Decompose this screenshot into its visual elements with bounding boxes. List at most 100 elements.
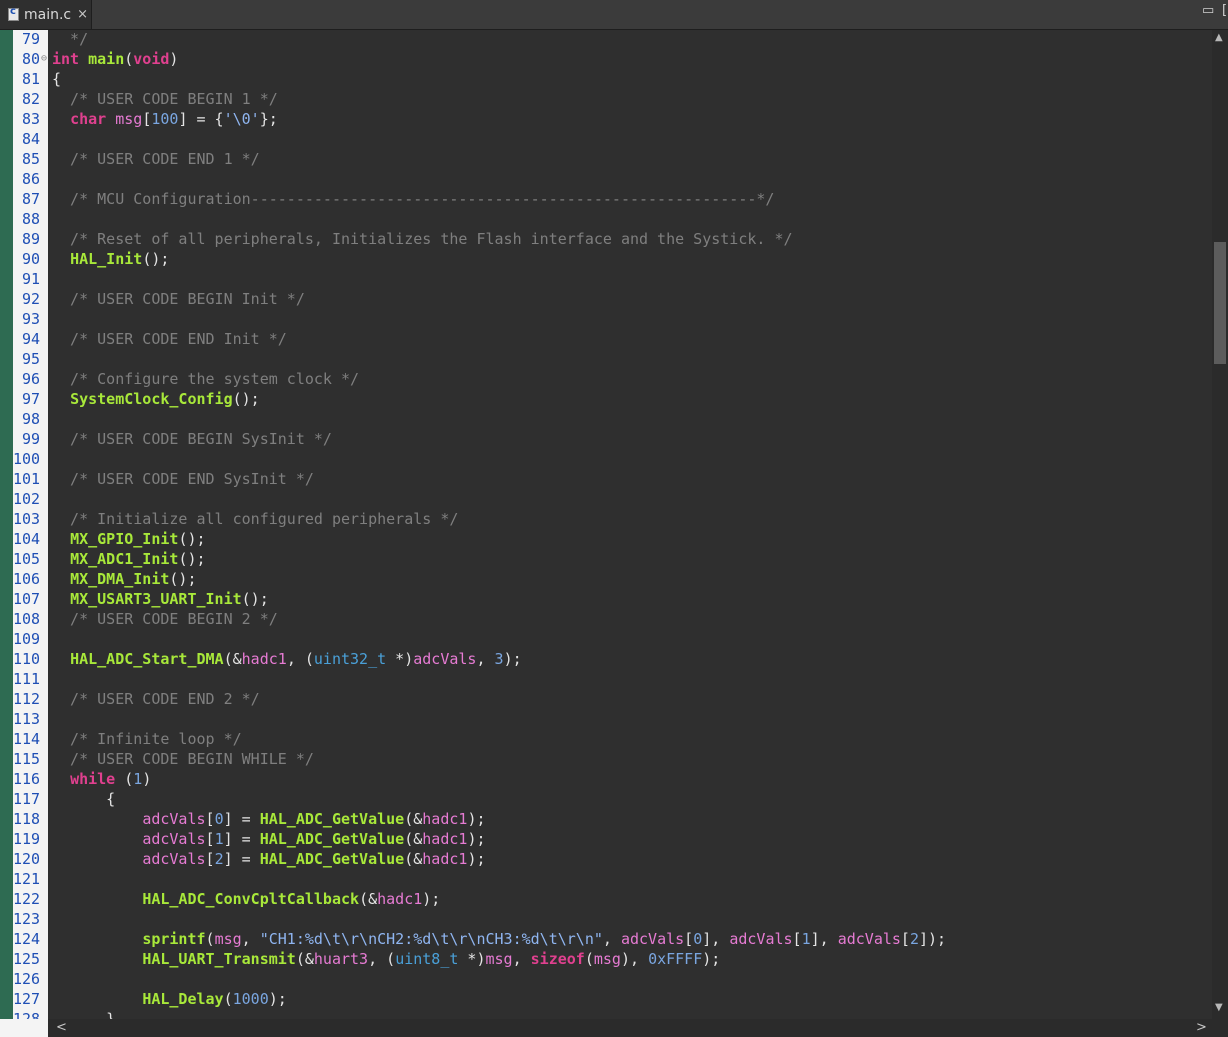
line-number: 127 bbox=[13, 990, 41, 1008]
code-text: ( bbox=[205, 930, 215, 948]
code-text: ); bbox=[467, 810, 486, 828]
code-line[interactable]: char msg[100] = {'\0'}; bbox=[52, 109, 278, 129]
code-line[interactable]: HAL_ADC_ConvCpltCallback(&hadc1); bbox=[52, 889, 440, 909]
code-text: (& bbox=[223, 650, 242, 668]
code-line[interactable]: HAL_UART_Transmit(&huart3, (uint8_t *)ms… bbox=[52, 949, 720, 969]
line-number: 79 bbox=[21, 30, 40, 48]
code-line[interactable]: /* USER CODE END SysInit */ bbox=[52, 469, 314, 489]
close-icon[interactable]: × bbox=[77, 7, 88, 22]
code-text: ) bbox=[142, 770, 152, 788]
code-line[interactable]: adcVals[2] = HAL_ADC_GetValue(&hadc1); bbox=[52, 849, 485, 869]
code-line[interactable]: HAL_Init(); bbox=[52, 249, 169, 269]
code-line[interactable]: MX_GPIO_Init(); bbox=[52, 529, 205, 549]
line-number: 94 bbox=[21, 330, 40, 348]
code-text: [ bbox=[900, 930, 910, 948]
code-line[interactable]: MX_USART3_UART_Init(); bbox=[52, 589, 269, 609]
comment-token: /* USER CODE END 2 */ bbox=[52, 690, 260, 708]
code-line[interactable]: adcVals[0] = HAL_ADC_GetValue(&hadc1); bbox=[52, 809, 486, 829]
code-line[interactable]: /* USER CODE BEGIN SysInit */ bbox=[52, 429, 332, 449]
code-line[interactable]: MX_DMA_Init(); bbox=[52, 569, 196, 589]
code-line[interactable]: */ bbox=[52, 30, 88, 49]
code-line[interactable]: MX_ADC1_Init(); bbox=[52, 549, 205, 569]
scroll-left-icon[interactable]: < bbox=[56, 1019, 67, 1037]
code-line[interactable]: /* USER CODE END 2 */ bbox=[52, 689, 260, 709]
number-token: 0 bbox=[214, 810, 224, 828]
code-line[interactable]: /* Infinite loop */ bbox=[52, 729, 242, 749]
code-line[interactable]: sprintf(msg, "CH1:%d\t\r\nCH2:%d\t\r\nCH… bbox=[52, 929, 946, 949]
code-text: [ bbox=[684, 930, 694, 948]
code-editor[interactable]: */int main(void){ /* USER CODE BEGIN 1 *… bbox=[48, 30, 1212, 1019]
code-line[interactable]: /* USER CODE BEGIN Init */ bbox=[52, 289, 305, 309]
comment-token: /* USER CODE BEGIN 2 */ bbox=[52, 610, 278, 628]
fold-toggle-icon[interactable]: ⊖ bbox=[41, 49, 47, 69]
number-token: 100 bbox=[151, 110, 179, 128]
identifier-token: adcVals bbox=[142, 830, 206, 848]
number-token: 2 bbox=[214, 850, 224, 868]
scroll-down-icon[interactable]: ▼ bbox=[1215, 1002, 1223, 1013]
code-line[interactable]: /* USER CODE BEGIN WHILE */ bbox=[52, 749, 314, 769]
keyword-token: char bbox=[70, 110, 107, 128]
vertical-scrollbar[interactable]: ▲ ▼ bbox=[1212, 30, 1228, 1019]
code-line[interactable]: /* MCU Configuration--------------------… bbox=[52, 189, 774, 209]
code-text: ( bbox=[115, 770, 134, 788]
function-token: SystemClock_Config bbox=[70, 390, 233, 408]
keyword-token: sizeof bbox=[530, 950, 585, 968]
string-token: "CH1:%d\t\r\nCH2:%d\t\r\nCH3:%d\t\r\n" bbox=[259, 930, 603, 948]
code-text: ), bbox=[620, 950, 649, 968]
line-number: 125 bbox=[13, 950, 41, 968]
line-number: 124 bbox=[13, 930, 41, 948]
keyword-token: void bbox=[133, 50, 170, 68]
tab-main-c[interactable]: main.c × bbox=[0, 0, 92, 29]
function-token: HAL_Delay bbox=[142, 990, 224, 1008]
line-number: 81 bbox=[21, 70, 40, 88]
code-line[interactable]: } bbox=[52, 1009, 115, 1019]
vertical-scroll-thumb[interactable] bbox=[1214, 242, 1226, 364]
code-line[interactable]: /* Reset of all peripherals, Initializes… bbox=[52, 229, 793, 249]
code-text: *) bbox=[386, 650, 414, 668]
horizontal-scrollbar[interactable]: < > bbox=[48, 1019, 1212, 1037]
line-number: 103 bbox=[13, 510, 41, 528]
code-line[interactable]: /* USER CODE BEGIN 1 */ bbox=[52, 89, 278, 109]
code-line[interactable]: { bbox=[52, 69, 61, 89]
code-line[interactable]: /* Initialize all configured peripherals… bbox=[52, 509, 458, 529]
comment-token: /* MCU Configuration--------------------… bbox=[52, 190, 775, 208]
comment-token: /* Reset of all peripherals, Initializes… bbox=[52, 230, 793, 248]
code-text: [ bbox=[205, 850, 215, 868]
code-line[interactable]: /* USER CODE END Init */ bbox=[52, 329, 287, 349]
code-line[interactable]: /* Configure the system clock */ bbox=[52, 369, 359, 389]
code-text: ]); bbox=[918, 930, 947, 948]
code-line[interactable]: adcVals[1] = HAL_ADC_GetValue(&hadc1); bbox=[52, 829, 485, 849]
code-text: (& bbox=[404, 810, 423, 828]
code-line[interactable]: /* USER CODE BEGIN 2 */ bbox=[52, 609, 278, 629]
code-text: ] = bbox=[223, 810, 260, 828]
comment-token: /* USER CODE BEGIN 1 */ bbox=[52, 90, 278, 108]
minimize-icon[interactable]: ▭ bbox=[1202, 3, 1214, 18]
scroll-right-icon[interactable]: > bbox=[1196, 1019, 1207, 1037]
line-number: 123 bbox=[13, 910, 41, 928]
code-text: , bbox=[241, 930, 260, 948]
code-line[interactable]: /* USER CODE END 1 */ bbox=[52, 149, 260, 169]
code-line[interactable]: HAL_Delay(1000); bbox=[52, 989, 287, 1009]
function-token: MX_USART3_UART_Init bbox=[70, 590, 242, 608]
maximize-icon[interactable]: [ bbox=[1222, 3, 1227, 18]
line-number: 107 bbox=[13, 590, 41, 608]
code-line[interactable]: HAL_ADC_Start_DMA(&hadc1, (uint32_t *)ad… bbox=[52, 649, 522, 669]
line-number: 105 bbox=[13, 550, 41, 568]
code-line[interactable]: { bbox=[52, 789, 115, 809]
code-line[interactable]: while (1) bbox=[52, 769, 151, 789]
code-text: (); bbox=[232, 390, 260, 408]
code-line[interactable]: SystemClock_Config(); bbox=[52, 389, 260, 409]
identifier-token: huart3 bbox=[313, 950, 369, 968]
line-number: 99 bbox=[21, 430, 40, 448]
line-number: 120 bbox=[13, 850, 41, 868]
code-line[interactable]: int main(void) bbox=[52, 49, 178, 69]
code-text: ] = bbox=[223, 850, 260, 868]
scroll-up-icon[interactable]: ▲ bbox=[1215, 32, 1223, 43]
number-token: 0 bbox=[693, 930, 703, 948]
scrollbar-corner bbox=[1212, 1019, 1228, 1037]
line-number: 80 bbox=[21, 50, 40, 68]
